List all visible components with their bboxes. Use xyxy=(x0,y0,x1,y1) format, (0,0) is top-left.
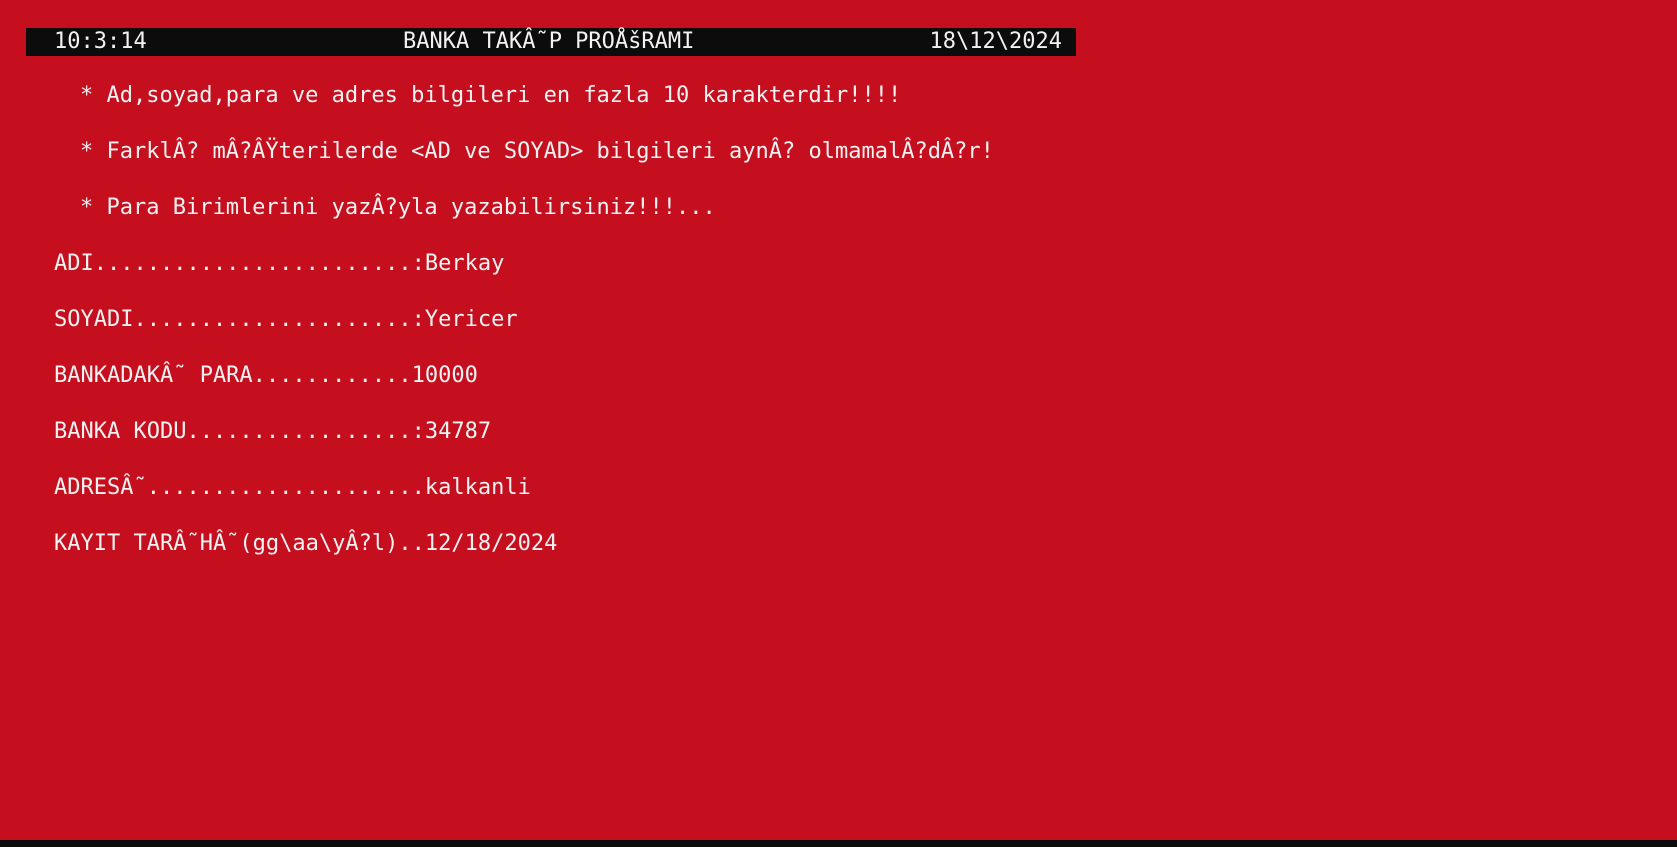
field-row-surname: SOYADI.....................:Yericer xyxy=(54,306,518,334)
note-currency-text: * Para Birimlerini yazÂ?yla yazabilirsin… xyxy=(80,195,716,220)
field-value-registration-date[interactable]: 12/18/2024 xyxy=(425,531,557,556)
field-label-name: ADI........................: xyxy=(54,251,425,276)
program-title: BANKA TAKÂ˜P PROÅšRAMI xyxy=(403,29,695,54)
console-bottom-edge xyxy=(0,840,1677,847)
field-label-surname: SOYADI.....................: xyxy=(54,307,425,332)
field-value-surname[interactable]: Yericer xyxy=(425,307,518,332)
note-unique-customer: * FarklÂ? mÂ?ÂŸterilerde <AD ve SOYAD> b… xyxy=(80,139,994,164)
field-value-balance[interactable]: 10000 xyxy=(412,363,478,388)
field-label-balance: BANKADAKÂ˜ PARA............ xyxy=(54,363,412,388)
console-title-bar: 10:3:14 BANKA TAKÂ˜P PROÅšRAMI 18\12\202… xyxy=(26,28,1076,56)
note-max-length: * Ad,soyad,para ve adres bilgileri en fa… xyxy=(80,83,902,108)
field-row-name: ADI........................:Berkay xyxy=(54,250,504,278)
field-label-address: ADRESÂ˜..................... xyxy=(54,475,425,500)
field-value-bank-code[interactable]: 34787 xyxy=(425,419,491,444)
field-value-name[interactable]: Berkay xyxy=(425,251,504,276)
clock-time: 10:3:14 xyxy=(54,29,147,54)
field-value-address[interactable]: kalkanli xyxy=(425,475,531,500)
field-row-balance: BANKADAKÂ˜ PARA............10000 xyxy=(54,362,478,390)
field-label-bank-code: BANKA KODU.................: xyxy=(54,419,425,444)
field-row-address: ADRESÂ˜.....................kalkanli xyxy=(54,474,531,502)
field-label-registration-date: KAYIT TARÂ˜HÂ˜(gg\aa\yÂ?l).. xyxy=(54,531,425,556)
field-row-registration-date: KAYIT TARÂ˜HÂ˜(gg\aa\yÂ?l)..12/18/2024 xyxy=(54,530,557,558)
current-date: 18\12\2024 xyxy=(929,29,1062,54)
field-row-bank-code: BANKA KODU.................:34787 xyxy=(54,418,491,446)
